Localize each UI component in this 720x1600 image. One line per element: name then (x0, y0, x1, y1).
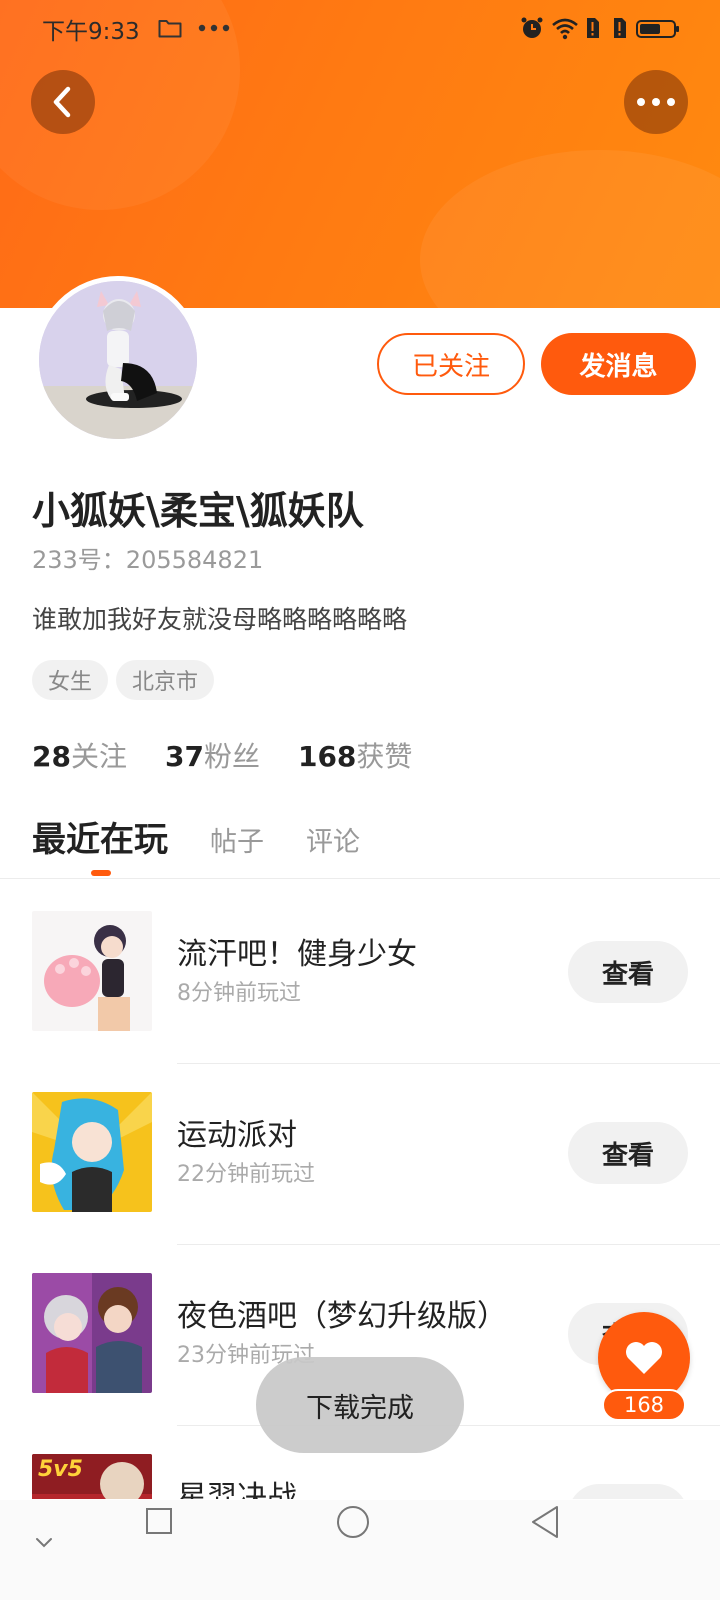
tag-location: 北京市 (116, 660, 215, 700)
home-icon[interactable] (336, 1505, 370, 1539)
view-game-button[interactable]: 查看 (568, 1122, 688, 1184)
game-last-played: 22分钟前玩过 (177, 1162, 315, 1187)
sim-alert-icon (614, 18, 626, 38)
sim-alert-icon (587, 18, 599, 38)
send-message-button[interactable]: 发消息 (541, 333, 696, 395)
status-time: 下午9:33 (42, 19, 140, 45)
alarm-icon (521, 17, 543, 38)
game-thumbnail (32, 911, 152, 1031)
like-count-badge: 168 (602, 1389, 686, 1421)
list-item[interactable]: 流汗吧！健身少女 8分钟前玩过 查看 (0, 879, 720, 1064)
username: 小狐妖\柔宝\狐妖队 (32, 489, 364, 533)
following-button[interactable]: 已关注 (377, 333, 525, 395)
game-title: 流汗吧！健身少女 (177, 937, 417, 972)
tab-comments[interactable]: 评论 (306, 820, 360, 859)
tag-gender: 女生 (32, 660, 109, 700)
game-last-played: 8分钟前玩过 (177, 981, 301, 1006)
view-game-button[interactable]: 查看 (568, 941, 688, 1003)
stat-likes-label: 获赞 (356, 740, 413, 773)
game-title: 运动派对 (177, 1118, 297, 1153)
notification-more-icon (198, 24, 230, 32)
status-bar: 下午9:33 (0, 0, 720, 56)
stat-likes[interactable]: 168获赞 (298, 735, 412, 775)
more-dots-icon (637, 98, 675, 106)
stat-followers-label: 粉丝 (203, 740, 260, 773)
back-nav-icon[interactable] (530, 1505, 560, 1539)
toast-message: 下载完成 (256, 1357, 464, 1453)
back-button[interactable] (31, 70, 95, 134)
folder-icon (158, 20, 182, 38)
list-item[interactable]: 运动派对 22分钟前玩过 查看 (0, 1060, 720, 1245)
view-game-button[interactable]: 查看 (568, 1484, 688, 1499)
tab-posts[interactable]: 帖子 (210, 820, 264, 859)
stat-likes-count: 168 (297, 740, 357, 773)
avatar-image (39, 281, 197, 439)
stat-following-count: 28 (32, 740, 71, 773)
chevron-down-icon[interactable] (34, 1536, 54, 1550)
battery-icon (636, 20, 679, 38)
game-title: 星羿决战 (177, 1480, 297, 1499)
more-options-button[interactable] (624, 70, 688, 134)
stat-followers[interactable]: 37粉丝 (165, 735, 260, 775)
stat-following[interactable]: 28关注 (32, 735, 127, 775)
stat-following-label: 关注 (70, 740, 127, 773)
heart-icon (626, 1342, 662, 1374)
tab-recent-games[interactable]: 最近在玩 (32, 812, 168, 861)
system-navigation-bar (0, 1500, 720, 1600)
stat-followers-count: 37 (164, 740, 204, 773)
user-bio: 谁敢加我好友就没母略略略略略略 (32, 605, 408, 634)
banner-decoration (420, 150, 720, 308)
profile-stats: 28关注 37粉丝 168获赞 (32, 735, 412, 775)
game-title: 夜色酒吧（梦幻升级版） (177, 1299, 507, 1334)
game-thumbnail (32, 1273, 152, 1393)
recent-apps-icon[interactable] (145, 1507, 173, 1535)
chevron-left-icon (53, 86, 71, 118)
profile-tags: 女生 北京市 (32, 660, 215, 700)
game-thumbnail (32, 1092, 152, 1212)
svg-text:5v5: 5v5 (38, 1457, 83, 1482)
avatar[interactable] (34, 276, 202, 444)
profile-tabs: 最近在玩 帖子 评论 (32, 812, 360, 861)
game-thumbnail: 5v5 (32, 1454, 152, 1499)
wifi-icon (552, 18, 578, 40)
active-tab-indicator (91, 870, 111, 876)
user-id: 233号：205584821 (32, 546, 264, 574)
